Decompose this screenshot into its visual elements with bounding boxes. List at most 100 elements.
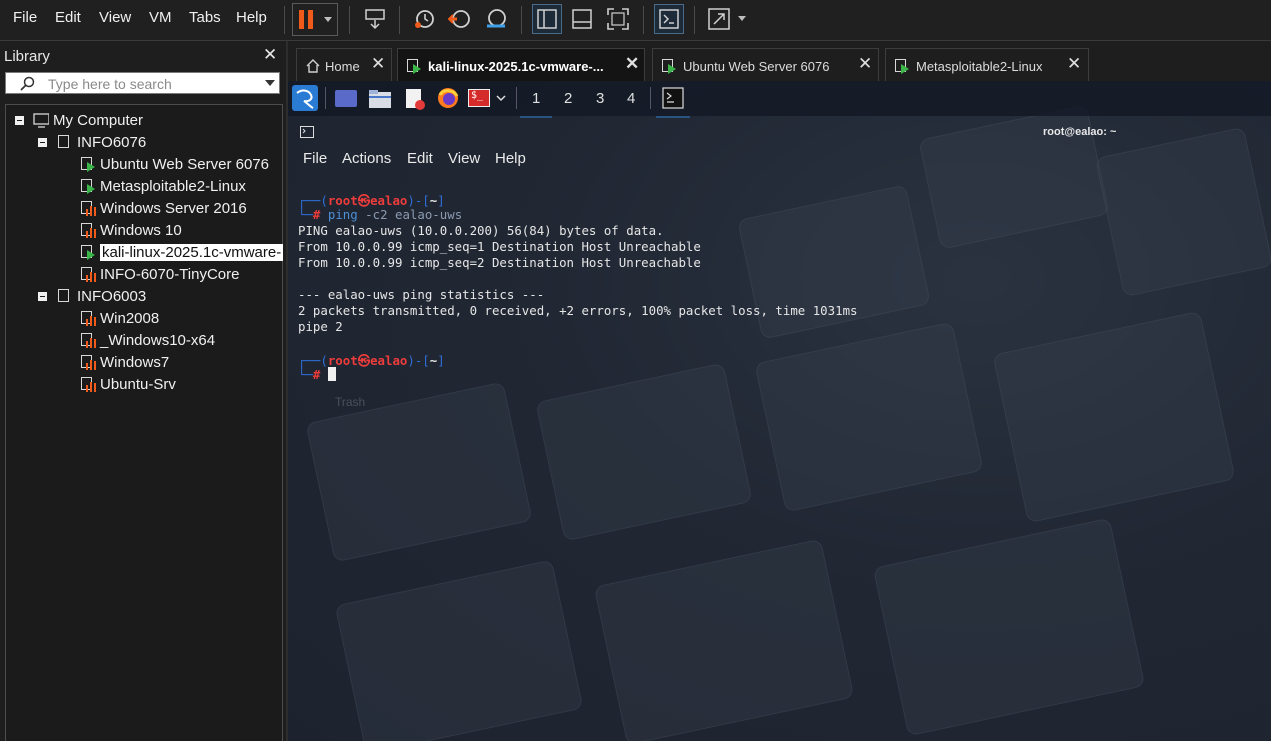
close-icon[interactable]: ✕: [858, 54, 872, 74]
stretch-icon: [708, 8, 730, 30]
menu-vm[interactable]: VM: [149, 9, 172, 26]
terminal-launcher-icon[interactable]: $_: [468, 89, 490, 107]
show-library-button[interactable]: [532, 4, 562, 34]
output-line: 2 packets transmitted, 0 received, +2 er…: [298, 303, 858, 318]
firefox-icon[interactable]: [437, 87, 459, 109]
library-pane-icon: [537, 9, 557, 29]
terminal-menu-actions[interactable]: Actions: [342, 150, 391, 167]
tree-item-vm[interactable]: Windows7: [80, 351, 169, 373]
tree-item-info6003[interactable]: INFO6003: [57, 285, 146, 307]
close-icon[interactable]: ✕: [263, 45, 277, 65]
take-snapshot-button[interactable]: [409, 4, 439, 34]
library-search[interactable]: [5, 72, 280, 94]
workspace-4[interactable]: 4: [616, 81, 648, 116]
command-line[interactable]: └─#: [298, 367, 336, 382]
search-input[interactable]: [48, 74, 248, 94]
vm-running-icon: [406, 58, 422, 74]
tab-kali[interactable]: kali-linux-2025.1c-vmware-... ✕: [397, 48, 645, 81]
console-view-button[interactable]: [654, 4, 684, 34]
thumbnail-bar-button[interactable]: [567, 4, 597, 34]
send-ctrl-alt-del-button[interactable]: [360, 4, 390, 34]
tab-ubuntu-web-server[interactable]: Ubuntu Web Server 6076 ✕: [652, 48, 879, 81]
vm-tab-strip: Home ✕ kali-linux-2025.1c-vmware-... ✕ U…: [288, 41, 1271, 81]
folder-icon: [57, 288, 73, 304]
terminal-titlebar[interactable]: root@ealao: ~: [288, 116, 1271, 144]
full-screen-button[interactable]: [603, 4, 633, 34]
menu-view[interactable]: View: [99, 9, 131, 26]
thumbnail-bar-icon: [572, 9, 592, 29]
library-title: Library: [4, 48, 50, 65]
collapse-icon[interactable]: [38, 138, 47, 147]
tree-item-vm[interactable]: Windows Server 2016: [80, 197, 247, 219]
show-desktop-icon[interactable]: [335, 90, 357, 107]
snapshot-manager-button[interactable]: [481, 4, 511, 34]
snapshot-manager-icon: [487, 9, 506, 28]
menu-help[interactable]: Help: [236, 9, 267, 26]
stretch-guest-button[interactable]: [704, 4, 734, 34]
menu-file[interactable]: File: [13, 9, 37, 26]
output-line: PING ealao-uws (10.0.0.200) 56(84) bytes…: [298, 223, 664, 238]
tree-item-vm[interactable]: Win2008: [80, 307, 159, 329]
close-icon[interactable]: ✕: [1067, 54, 1081, 74]
snapshot-clock-icon: [415, 10, 434, 28]
chevron-down-icon[interactable]: [265, 80, 275, 87]
toolbar-separator: [284, 6, 285, 34]
workspace-3[interactable]: 3: [584, 81, 616, 116]
text-cursor: [327, 367, 336, 381]
vm-stopped-icon: [80, 200, 96, 216]
pause-button[interactable]: [292, 3, 338, 36]
tree-item-vm-selected[interactable]: kali-linux-2025.1c-vmware-: [80, 241, 284, 263]
pause-icon: [299, 10, 304, 29]
vm-running-icon: [661, 58, 677, 74]
keyboard-send-icon: [365, 9, 385, 30]
collapse-icon[interactable]: [38, 292, 47, 301]
kali-menu-button[interactable]: [292, 85, 318, 111]
close-icon[interactable]: ✕: [371, 54, 385, 74]
output-line: From 10.0.0.99 icmp_seq=2 Destination Ho…: [298, 255, 701, 270]
terminal-menu-view[interactable]: View: [448, 150, 480, 167]
workspace-1[interactable]: 1: [520, 81, 552, 118]
vm-stopped-icon: [80, 354, 96, 370]
tab-home[interactable]: Home ✕: [296, 48, 392, 81]
vm-running-icon: [80, 244, 96, 260]
tab-metasploitable[interactable]: Metasploitable2-Linux ✕: [885, 48, 1089, 81]
home-icon: [306, 59, 320, 73]
search-icon: [20, 76, 35, 91]
folder-icon: [57, 134, 73, 150]
tree-item-vm[interactable]: Ubuntu Web Server 6076: [80, 153, 269, 175]
menu-tabs[interactable]: Tabs: [189, 9, 221, 26]
tree-item-vm[interactable]: _Windows10-x64: [80, 329, 215, 351]
command-line: └─# ping -c2 ealao-uws: [298, 207, 463, 222]
terminal-menu-file[interactable]: File: [303, 150, 327, 167]
tree-item-info6076[interactable]: INFO6076: [57, 131, 146, 153]
text-editor-icon[interactable]: [403, 87, 427, 111]
menu-bar: File Edit View VM Tabs Help: [0, 0, 1271, 41]
library-panel: Library ✕ My Computer INFO6076 Ubuntu We…: [0, 41, 288, 741]
tree-item-vm[interactable]: INFO-6070-TinyCore: [80, 263, 239, 285]
revert-snapshot-button[interactable]: [445, 4, 475, 34]
tree-item-vm[interactable]: Ubuntu-Srv: [80, 373, 176, 395]
chevron-down-icon[interactable]: [737, 15, 747, 23]
terminal-icon: [300, 126, 314, 138]
menu-edit[interactable]: Edit: [55, 9, 81, 26]
vm-stopped-icon: [80, 310, 96, 326]
chevron-down-icon[interactable]: [323, 16, 333, 24]
collapse-icon[interactable]: [15, 116, 24, 125]
file-manager-icon[interactable]: [368, 89, 392, 109]
full-screen-icon: [607, 8, 629, 30]
terminal-menu-help[interactable]: Help: [495, 150, 526, 167]
chevron-down-icon[interactable]: [496, 95, 506, 102]
guest-display[interactable]: $_ 1 2 3 4 root@ealao: ~ File Actions Ed…: [288, 81, 1271, 741]
terminal-window[interactable]: root@ealao: ~ File Actions Edit View Hel…: [288, 116, 1271, 741]
workspace-2[interactable]: 2: [552, 81, 584, 116]
vm-stopped-icon: [80, 222, 96, 238]
tree-item-my-computer[interactable]: My Computer: [33, 109, 143, 131]
output-line: --- ealao-uws ping statistics ---: [298, 287, 545, 302]
tree-item-vm[interactable]: Windows 10: [80, 219, 182, 241]
kali-top-panel: $_ 1 2 3 4: [288, 81, 1271, 118]
close-icon[interactable]: ✕: [625, 54, 639, 74]
library-tree: My Computer INFO6076 Ubuntu Web Server 6…: [5, 104, 284, 741]
tree-item-vm[interactable]: Metasploitable2-Linux: [80, 175, 246, 197]
terminal-menu-edit[interactable]: Edit: [407, 150, 433, 167]
taskbar-terminal-window[interactable]: [656, 81, 690, 118]
